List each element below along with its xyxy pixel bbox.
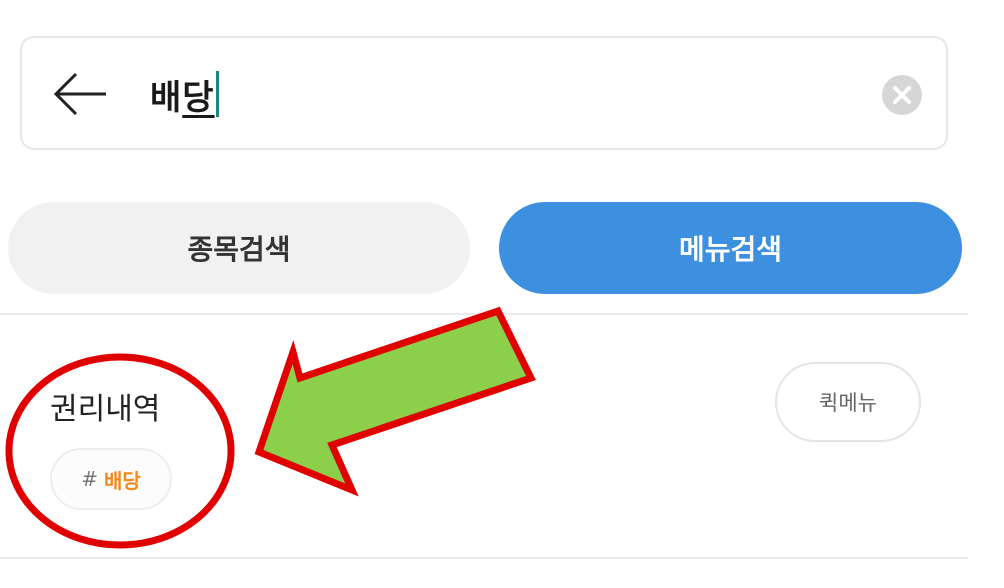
tag-keyword: 배당 bbox=[103, 468, 141, 493]
divider bbox=[0, 557, 968, 559]
keyword-tag-chip[interactable]: # 배당 bbox=[50, 448, 172, 510]
quick-menu-button[interactable]: 퀵메뉴 bbox=[775, 362, 921, 442]
clear-icon[interactable] bbox=[882, 75, 922, 115]
back-arrow-icon[interactable] bbox=[52, 72, 108, 116]
pointer-arrow-annotation bbox=[254, 306, 536, 497]
result-title[interactable]: 권리내역 bbox=[50, 384, 160, 428]
tab-menu-search[interactable]: 메뉴검색 bbox=[499, 202, 962, 294]
text-caret bbox=[215, 71, 219, 117]
tab-stock-search[interactable]: 종목검색 bbox=[8, 202, 470, 294]
search-bar: 배당 bbox=[20, 36, 948, 150]
search-input[interactable]: 배당 bbox=[150, 66, 219, 122]
menu-search-screen: 배당 종목검색 메뉴검색 권리내역 # 배당 퀵메뉴 bbox=[0, 0, 1004, 588]
search-query-text: 배당 bbox=[150, 77, 215, 118]
divider bbox=[0, 313, 968, 315]
tag-hash: # bbox=[81, 467, 98, 491]
